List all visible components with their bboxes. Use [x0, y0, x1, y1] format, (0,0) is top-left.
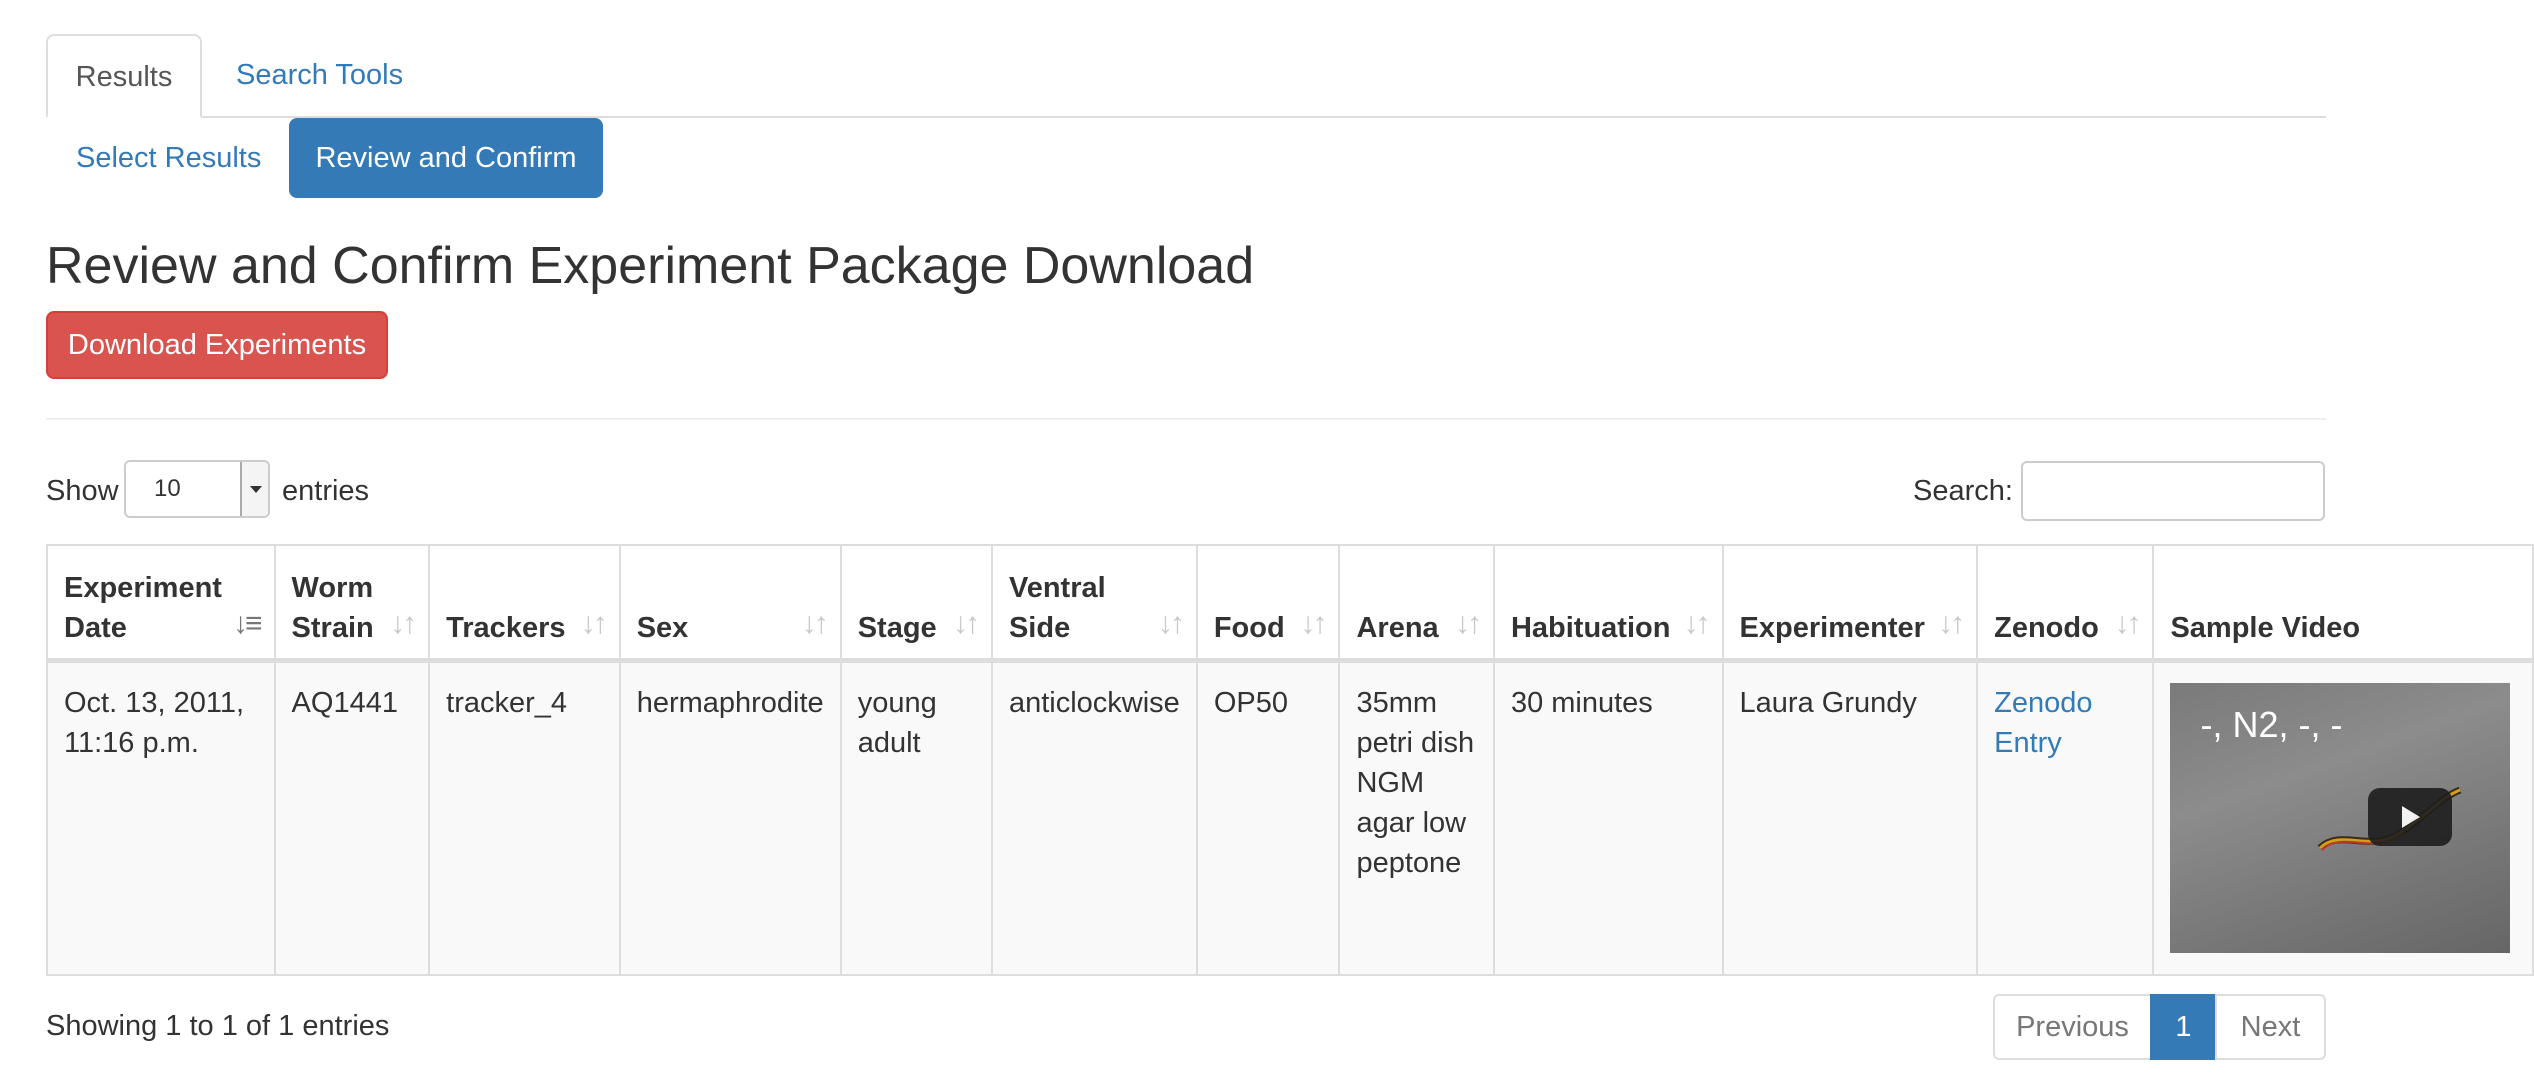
link-text: Zenodo: [1994, 686, 2093, 719]
col-ventral-side[interactable]: Ventral Side ↓↑: [990, 544, 1198, 663]
header-label: Experimenter: [1739, 611, 1925, 644]
nav-tabs: Results Search Tools: [46, 34, 2326, 118]
cell-sample-video: -, N2, -, -: [2152, 659, 2534, 976]
sort-icon: ↓↑: [1938, 606, 1965, 640]
caret-down-icon[interactable]: [240, 462, 268, 516]
tab-results[interactable]: Results: [46, 34, 202, 118]
cell-experiment-date: Oct. 13, 2011, 11:16 p.m.: [46, 659, 276, 976]
zenodo-entry-link[interactable]: Zenodo Entry: [1994, 687, 2092, 759]
cell-sex: hermaphrodite: [618, 659, 842, 976]
pill-select-results[interactable]: Select Results: [76, 118, 261, 198]
search-label: Search:: [1913, 475, 2013, 507]
sort-icon: ↓↑: [952, 606, 980, 640]
page-1-button[interactable]: 1: [2150, 994, 2217, 1060]
cell-experimenter: Laura Grundy: [1721, 659, 1979, 976]
col-trackers[interactable]: Trackers ↓↑: [428, 544, 621, 663]
cell-worm-strain: AQ1441: [273, 659, 431, 976]
cell-zenodo: Zenodo Entry: [1976, 659, 2155, 976]
header-label: Worm: [291, 571, 374, 604]
table-header-row: Experiment Date ↓≡ Worm Strain ↓↑ Tracke…: [46, 544, 2534, 663]
header-label: Side: [1008, 611, 1071, 644]
cell-food: OP50: [1195, 659, 1341, 976]
sort-icon: ↓↑: [1157, 606, 1185, 640]
col-experimenter[interactable]: Experimenter ↓↑: [1721, 544, 1979, 663]
cell-text: NGM: [1356, 766, 1425, 799]
col-experiment-date[interactable]: Experiment Date ↓≡: [46, 544, 276, 663]
pill-review-confirm[interactable]: Review and Confirm: [289, 118, 603, 198]
cell-text: young: [857, 686, 937, 719]
header-label: Sample Video: [2170, 611, 2361, 644]
sort-icon: ↓↑: [1300, 606, 1327, 640]
link-text: Entry: [1994, 726, 2062, 759]
sort-icon: ↓↑: [801, 606, 829, 640]
cell-ventral-side: anticlockwise: [990, 659, 1198, 976]
col-sample-video: Sample Video: [2152, 544, 2534, 663]
divider: [46, 418, 2326, 420]
download-experiments-button[interactable]: Download Experiments: [46, 311, 388, 379]
col-food[interactable]: Food ↓↑: [1195, 544, 1341, 663]
page-title: Review and Confirm Experiment Package Do…: [46, 237, 1255, 295]
header-label: Date: [64, 611, 127, 644]
col-arena[interactable]: Arena ↓↑: [1338, 544, 1495, 663]
experiments-table: Experiment Date ↓≡ Worm Strain ↓↑ Tracke…: [46, 544, 2534, 976]
cell-arena: 35mm petri dish NGM agar low peptone: [1338, 659, 1495, 976]
cell-text: petri dish: [1356, 726, 1475, 759]
col-sex[interactable]: Sex ↓↑: [618, 544, 842, 663]
header-label: Experiment: [64, 571, 222, 604]
page-length-select[interactable]: 10: [124, 460, 270, 518]
sort-icon: ↓↑: [1454, 606, 1482, 640]
tab-search-tools[interactable]: Search Tools: [236, 34, 403, 116]
col-zenodo[interactable]: Zenodo ↓↑: [1976, 544, 2155, 663]
header-label: Habituation: [1510, 611, 1671, 644]
cell-text: 35mm: [1356, 686, 1438, 719]
cell-text: 11:16 p.m.: [64, 726, 199, 759]
table-info: Showing 1 to 1 of 1 entries: [46, 1010, 390, 1042]
sort-asc-icon: ↓≡: [233, 606, 262, 640]
table-row: Oct. 13, 2011, 11:16 p.m. AQ1441 tracker…: [46, 659, 2534, 976]
col-stage[interactable]: Stage ↓↑: [839, 544, 993, 663]
col-habituation[interactable]: Habituation ↓↑: [1492, 544, 1724, 663]
cell-trackers: tracker_4: [428, 659, 621, 976]
cell-text: Oct. 13, 2011,: [64, 686, 245, 719]
sort-icon: ↓↑: [580, 606, 608, 640]
col-worm-strain[interactable]: Worm Strain ↓↑: [273, 544, 431, 663]
entries-label: entries: [282, 475, 370, 507]
video-title: -, N2, -, -: [2200, 703, 2343, 745]
header-label: Ventral: [1008, 571, 1106, 604]
header-label: Trackers: [446, 611, 566, 644]
sample-video-player[interactable]: -, N2, -, -: [2170, 682, 2511, 953]
page-length-value: 10: [154, 475, 181, 502]
sort-icon: ↓↑: [2114, 606, 2141, 640]
cell-text: adult: [857, 726, 921, 759]
previous-page-button[interactable]: Previous: [1993, 994, 2152, 1060]
sort-icon: ↓↑: [1683, 606, 1711, 640]
sort-icon: ↓↑: [390, 606, 417, 640]
cell-text: peptone: [1356, 846, 1462, 879]
show-label: Show: [46, 475, 119, 507]
next-page-button[interactable]: Next: [2215, 994, 2326, 1060]
cell-text: agar low: [1356, 806, 1467, 839]
cell-stage: young adult: [839, 659, 993, 976]
header-label: Sex: [636, 611, 689, 644]
play-icon[interactable]: [2368, 787, 2453, 846]
cell-habituation: 30 minutes: [1492, 659, 1724, 976]
search-input[interactable]: [2021, 461, 2325, 521]
